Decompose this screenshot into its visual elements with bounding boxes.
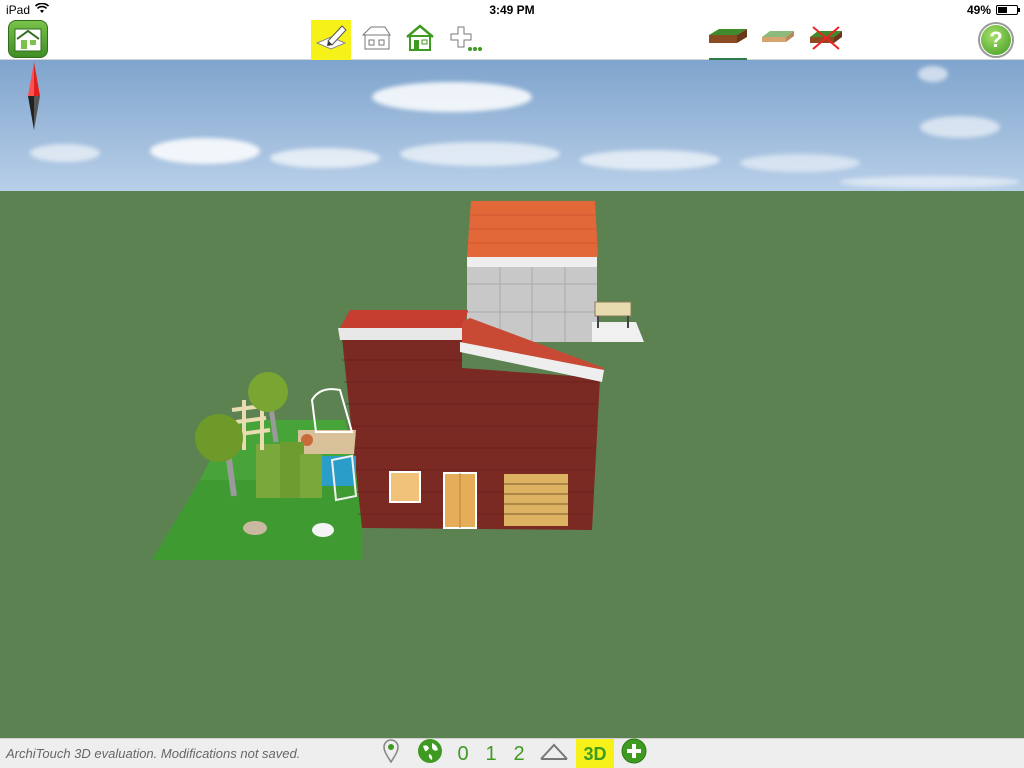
pencil-plan-icon xyxy=(314,23,348,58)
level-0-button[interactable]: 0 xyxy=(452,739,474,768)
status-right: 49% xyxy=(966,3,1020,17)
bottom-bar: ArchiTouch 3D evaluation. Modifications … xyxy=(0,738,1024,768)
roof-level-button[interactable] xyxy=(538,739,570,768)
level-2-button[interactable]: 2 xyxy=(508,739,530,768)
help-label: ? xyxy=(981,25,1011,55)
terrain-crossed-icon xyxy=(808,25,844,56)
hedge xyxy=(256,444,280,498)
map-pin-icon xyxy=(382,739,400,768)
terrain-block-icon xyxy=(707,27,749,54)
stepping-stone xyxy=(243,521,267,535)
battery-percent: 49% xyxy=(966,3,991,17)
pool xyxy=(322,456,356,486)
help-button[interactable]: ? xyxy=(978,22,1014,58)
level-1-button[interactable]: 1 xyxy=(480,739,502,768)
upper-roof-fascia xyxy=(467,257,597,267)
plus-icon xyxy=(446,23,482,58)
evaluation-message: ArchiTouch 3D evaluation. Modifications … xyxy=(6,746,301,761)
garage-door xyxy=(504,474,568,526)
roof-outline-icon xyxy=(539,741,569,767)
terrain-flat-icon xyxy=(760,29,796,52)
status-time: 3:49 PM xyxy=(489,3,535,17)
globe-button[interactable] xyxy=(414,739,446,768)
terrain-none-button[interactable] xyxy=(805,20,847,60)
house-3d-scene xyxy=(152,201,644,560)
hedge xyxy=(300,454,322,498)
battery-icon xyxy=(996,5,1020,15)
view-3d-button[interactable]: 3D xyxy=(576,739,614,768)
house-tool-button[interactable] xyxy=(400,20,440,60)
globe-icon xyxy=(417,738,443,768)
roof-icon xyxy=(359,23,393,58)
roof-tool-button[interactable] xyxy=(356,20,396,60)
main-toolbar: ? xyxy=(0,20,1024,60)
terrace xyxy=(592,322,644,342)
stepping-stone xyxy=(312,523,334,537)
location-button[interactable] xyxy=(376,739,406,768)
add-object-button[interactable] xyxy=(444,20,484,60)
terrain-full-button[interactable] xyxy=(705,20,751,60)
left-roof-edge xyxy=(338,328,462,340)
house-icon xyxy=(403,23,437,58)
3d-viewport[interactable] xyxy=(0,60,1024,738)
terrain-flat-button[interactable] xyxy=(757,20,799,60)
architouch-app-icon[interactable] xyxy=(8,20,48,58)
add-level-button[interactable] xyxy=(618,738,650,768)
tree xyxy=(248,372,288,412)
draw-tool-button[interactable] xyxy=(311,20,351,60)
status-bar: iPad 3:49 PM 49% xyxy=(0,0,1024,20)
bench xyxy=(594,301,632,317)
tree xyxy=(195,414,243,462)
plus-circle-icon xyxy=(621,738,647,768)
window xyxy=(389,471,421,503)
